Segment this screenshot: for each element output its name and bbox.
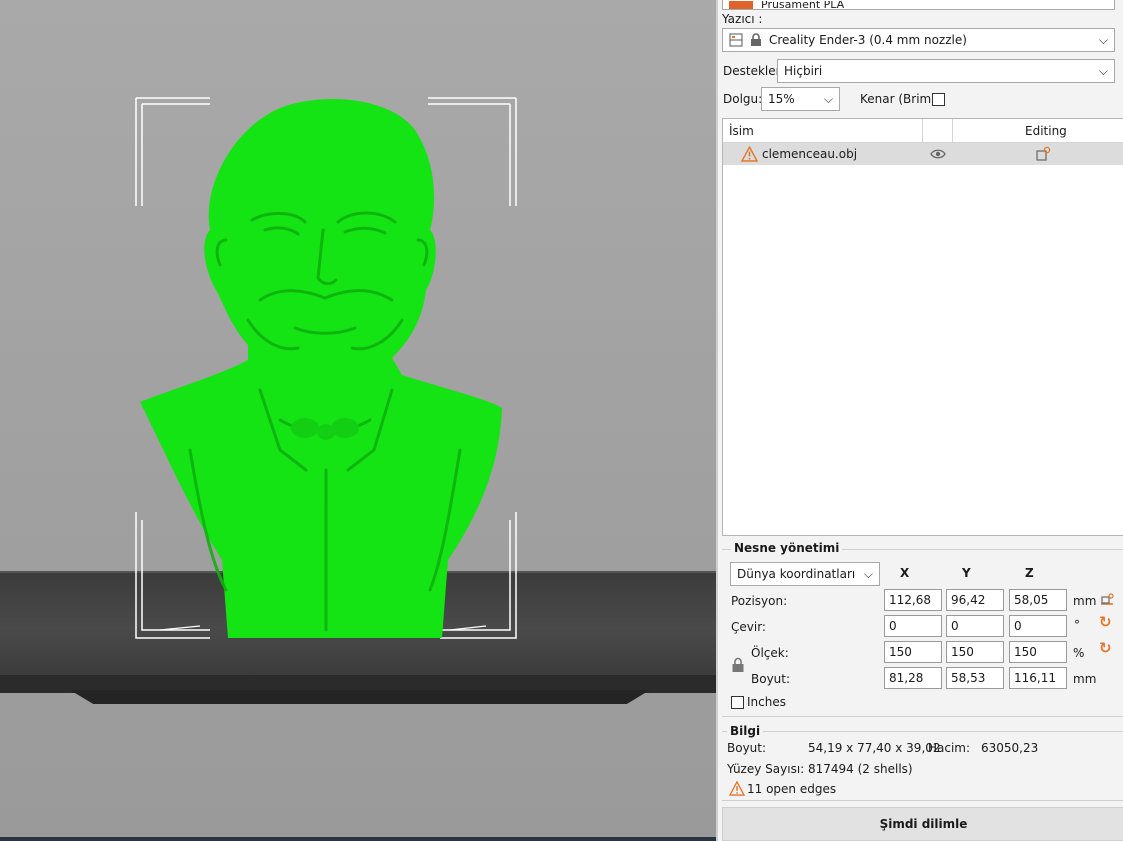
bed-base <box>70 690 650 704</box>
reset-rotation-icon[interactable]: ↻ <box>1099 613 1112 631</box>
scale-z-input[interactable]: 150 <box>1009 641 1067 663</box>
sidebar-panel: Prusament PLA Yazıcı : Creality Ender-3 … <box>716 0 1123 841</box>
chevron-down-icon: ⌵ <box>1098 33 1108 47</box>
group-divider <box>722 716 1123 717</box>
inches-checkbox[interactable] <box>731 696 744 709</box>
group-divider <box>722 731 1123 732</box>
column-separator <box>922 119 923 143</box>
scale-unit: % <box>1073 646 1085 660</box>
position-z-input[interactable]: 58,05 <box>1009 589 1067 611</box>
info-facets-value: 817494 (2 shells) <box>808 762 913 776</box>
filament-combo[interactable]: Prusament PLA <box>722 0 1115 10</box>
size-y-input[interactable]: 58,53 <box>946 667 1004 689</box>
info-size-value: 54,19 x 77,40 x 39,02 <box>808 741 941 755</box>
axis-x-label: X <box>900 566 910 580</box>
manipulation-title: Nesne yönetimi <box>731 541 843 555</box>
rotation-y-input[interactable]: 0 <box>946 615 1004 637</box>
info-volume-label: Hacim: <box>928 741 971 755</box>
object-row[interactable]: clemenceau.obj <box>723 143 1123 165</box>
brim-label: Kenar (Brim): <box>860 92 940 106</box>
supports-combo[interactable]: Hiçbiri ⌵ <box>777 59 1115 83</box>
rotation-z-input[interactable]: 0 <box>1009 615 1067 637</box>
slice-now-button[interactable]: Şimdi dilimle <box>722 807 1123 841</box>
status-strip <box>0 837 716 841</box>
scale-label: Ölçek: <box>751 646 789 660</box>
info-volume-value: 63050,23 <box>981 741 1039 755</box>
object-list[interactable]: İsim Editing clemenceau.obj <box>722 118 1123 536</box>
chevron-down-icon: ⌵ <box>823 92 833 106</box>
position-x-input[interactable]: 112,68 <box>884 589 942 611</box>
printer-icon <box>729 33 743 47</box>
supports-value: Hiçbiri <box>784 64 823 78</box>
filament-color-swatch <box>729 1 753 9</box>
scale-y-input[interactable]: 150 <box>946 641 1004 663</box>
drop-to-bed-icon[interactable] <box>1099 591 1115 607</box>
object-name[interactable]: clemenceau.obj <box>762 147 857 161</box>
scale-x-input[interactable]: 150 <box>884 641 942 663</box>
model-mesh[interactable] <box>140 98 502 639</box>
axis-y-label: Y <box>962 566 971 580</box>
brim-checkbox[interactable] <box>932 93 945 106</box>
supports-label: Destekler: <box>723 64 785 78</box>
infill-combo[interactable]: 15% ⌵ <box>761 87 840 111</box>
size-label: Boyut: <box>751 672 791 686</box>
edit-settings-icon[interactable] <box>1035 146 1051 162</box>
infill-label: Dolgu: <box>723 92 763 106</box>
info-facets-label: Yüzey Sayısı: <box>727 762 805 776</box>
column-name[interactable]: İsim <box>729 124 754 138</box>
position-y-input[interactable]: 96,42 <box>946 589 1004 611</box>
object-list-header: İsim Editing <box>723 119 1123 143</box>
warning-icon[interactable] <box>741 146 758 162</box>
chevron-down-icon: ⌵ <box>863 567 873 581</box>
infill-value: 15% <box>768 92 795 106</box>
3d-viewport[interactable] <box>0 0 716 841</box>
info-title: Bilgi <box>727 724 764 738</box>
rotation-x-input[interactable]: 0 <box>884 615 942 637</box>
uniform-scale-lock-icon[interactable] <box>731 657 745 673</box>
rotation-unit: ° <box>1074 618 1080 632</box>
printer-value: Creality Ender-3 (0.4 mm nozzle) <box>769 33 967 47</box>
filament-value: Prusament PLA <box>761 1 845 9</box>
column-separator <box>952 119 953 143</box>
size-z-input[interactable]: 116,11 <box>1009 667 1067 689</box>
printer-label: Yazıcı : <box>722 12 763 26</box>
model-bust[interactable] <box>130 90 530 650</box>
size-x-input[interactable]: 81,28 <box>884 667 942 689</box>
rotation-label: Çevir: <box>731 620 766 634</box>
inches-label: Inches <box>747 695 786 709</box>
position-label: Pozisyon: <box>731 594 788 608</box>
axis-z-label: Z <box>1025 566 1034 580</box>
printer-combo[interactable]: Creality Ender-3 (0.4 mm nozzle) ⌵ <box>722 28 1115 52</box>
info-size-label: Boyut: <box>727 741 767 755</box>
size-unit: mm <box>1073 672 1097 686</box>
column-editing[interactable]: Editing <box>1025 124 1067 138</box>
warning-icon <box>729 781 745 796</box>
position-unit: mm <box>1073 594 1097 608</box>
chevron-down-icon: ⌵ <box>1098 64 1108 78</box>
group-divider <box>722 800 1123 801</box>
eye-icon[interactable] <box>930 148 946 160</box>
lock-icon <box>751 33 761 46</box>
coordinate-system-value: Dünya koordinatları <box>737 567 856 581</box>
coordinate-system-combo[interactable]: Dünya koordinatları ⌵ <box>730 562 880 586</box>
open-edges-warning: 11 open edges <box>747 782 837 796</box>
reset-scale-icon[interactable]: ↻ <box>1099 639 1112 657</box>
